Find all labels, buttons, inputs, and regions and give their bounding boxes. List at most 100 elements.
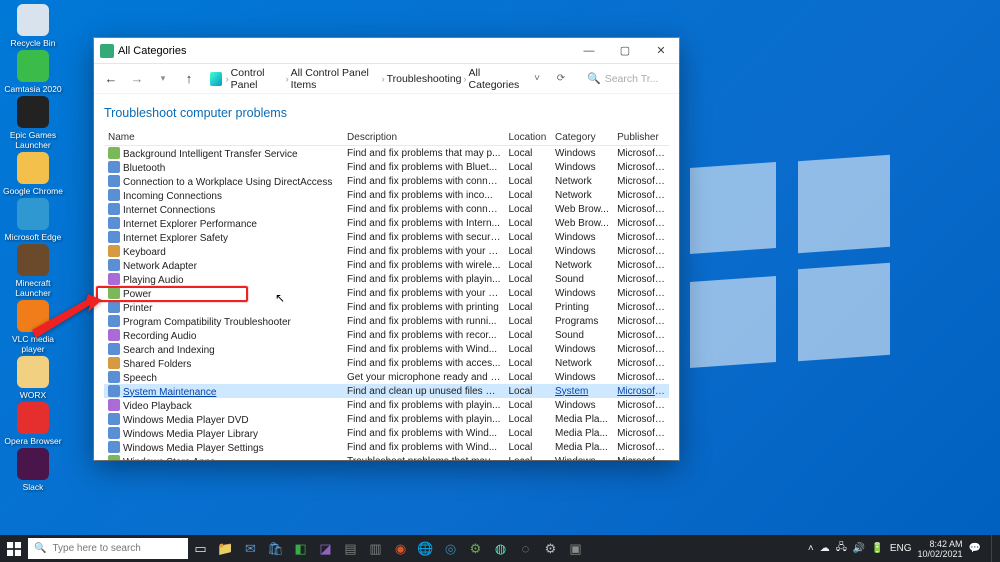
troubleshooter-row[interactable]: Shared FoldersFind and fix problems with…: [104, 356, 669, 370]
desktop-icon-microsoft-edge[interactable]: Microsoft Edge: [2, 198, 64, 242]
action-center-button[interactable]: 💬: [969, 543, 981, 554]
tray-battery-icon[interactable]: 🔋: [871, 543, 883, 554]
breadcrumb-troubleshooting[interactable]: Troubleshooting: [387, 73, 462, 85]
troubleshooter-icon: [108, 287, 120, 299]
desktop-icon-recycle-bin[interactable]: Recycle Bin: [2, 4, 64, 48]
tray-chevron-up-icon[interactable]: ˄: [808, 543, 814, 554]
recent-locations-button[interactable]: ▾: [152, 73, 174, 84]
troubleshooter-icon: [108, 357, 120, 369]
tray-network-icon[interactable]: 🖧: [836, 540, 847, 557]
troubleshooter-row[interactable]: Program Compatibility TroubleshooterFind…: [104, 314, 669, 328]
column-location[interactable]: Location: [504, 130, 551, 146]
pinned-control-panel[interactable]: ⚙: [463, 535, 488, 562]
troubleshooter-icon: [108, 343, 120, 355]
pinned-snagit[interactable]: ◉: [388, 535, 413, 562]
maximize-button[interactable]: ▢: [607, 38, 643, 63]
breadcrumb-control-panel[interactable]: Control Panel: [231, 67, 284, 91]
troubleshooter-row[interactable]: Internet Explorer PerformanceFind and fi…: [104, 216, 669, 230]
back-button[interactable]: ←: [100, 71, 122, 86]
troubleshooter-icon: [108, 441, 120, 453]
troubleshooter-icon: [108, 231, 120, 243]
troubleshooter-row[interactable]: Playing AudioFind and fix problems with …: [104, 272, 669, 286]
pinned-camtasia[interactable]: ◧: [288, 535, 313, 562]
troubleshooter-row[interactable]: Internet Explorer SafetyFind and fix pro…: [104, 230, 669, 244]
desktop-icon-google-chrome[interactable]: Google Chrome: [2, 152, 64, 196]
pinned-edge[interactable]: ◎: [438, 535, 463, 562]
troubleshooter-row[interactable]: Connection to a Workplace Using DirectAc…: [104, 174, 669, 188]
desktop-icon-worx[interactable]: WORX: [2, 356, 64, 400]
address-dropdown-button[interactable]: ˅: [527, 73, 547, 84]
window-icon: [100, 44, 114, 58]
pinned-app-5[interactable]: ▣: [563, 535, 588, 562]
pinned-app-2[interactable]: ▥: [363, 535, 388, 562]
pinned-premiere[interactable]: ◪: [313, 535, 338, 562]
close-button[interactable]: ✕: [643, 38, 679, 63]
breadcrumb-all-categories[interactable]: All Categories: [469, 67, 523, 91]
start-button[interactable]: [0, 535, 28, 562]
pinned-mail[interactable]: ✉: [238, 535, 263, 562]
address-bar[interactable]: › Control Panel › All Control Panel Item…: [204, 67, 523, 91]
troubleshooter-row[interactable]: Incoming ConnectionsFind and fix problem…: [104, 188, 669, 202]
troubleshooter-icon: [108, 427, 120, 439]
troubleshooter-icon: [108, 273, 120, 285]
troubleshooter-row[interactable]: Windows Media Player SettingsFind and fi…: [104, 440, 669, 454]
troubleshooter-icon: [108, 245, 120, 257]
tray-volume-icon[interactable]: 🔊: [853, 543, 865, 554]
pinned-chrome[interactable]: 🌐: [413, 535, 438, 562]
tray-language[interactable]: ENG: [890, 543, 912, 554]
desktop-icon-slack[interactable]: Slack: [2, 448, 64, 492]
desktop-icon-minecraft-launcher[interactable]: Minecraft Launcher: [2, 244, 64, 298]
minimize-button[interactable]: —: [571, 38, 607, 63]
troubleshooter-icon: [108, 455, 120, 461]
taskbar-search-placeholder: Type here to search: [52, 543, 140, 554]
pinned-settings[interactable]: ⚙: [538, 535, 563, 562]
troubleshooter-icon: [108, 161, 120, 173]
column-description[interactable]: Description: [343, 130, 504, 146]
column-publisher[interactable]: Publisher: [613, 130, 669, 146]
task-view-button[interactable]: ▭: [188, 535, 213, 562]
troubleshooter-row[interactable]: PowerFind and fix problems with your c..…: [104, 286, 669, 300]
pinned-app-4[interactable]: ◌: [513, 535, 538, 562]
taskbar-search[interactable]: 🔍 Type here to search: [28, 538, 188, 559]
troubleshooter-row[interactable]: Search and IndexingFind and fix problems…: [104, 342, 669, 356]
tray-onedrive-icon[interactable]: ☁: [820, 543, 830, 554]
troubleshooter-row[interactable]: BluetoothFind and fix problems with Blue…: [104, 160, 669, 174]
desktop-icon-vlc-media-player[interactable]: VLC media player: [2, 300, 64, 354]
pinned-explorer[interactable]: 📁: [213, 535, 238, 562]
desktop-icon-camtasia-2020[interactable]: Camtasia 2020: [2, 50, 64, 94]
troubleshooter-row[interactable]: SpeechGet your microphone ready and f...…: [104, 370, 669, 384]
troubleshooter-row[interactable]: Windows Media Player LibraryFind and fix…: [104, 426, 669, 440]
system-tray[interactable]: ˄ ☁ 🖧 🔊 🔋 ENG 8:42 AM 10/02/2021 💬: [808, 535, 1000, 562]
pinned-app-3[interactable]: ◍: [488, 535, 513, 562]
troubleshooter-row[interactable]: Recording AudioFind and fix problems wit…: [104, 328, 669, 342]
column-name[interactable]: Name: [104, 130, 343, 146]
troubleshooter-row[interactable]: Internet ConnectionsFind and fix problem…: [104, 202, 669, 216]
desktop: Recycle BinCamtasia 2020Epic Games Launc…: [2, 4, 72, 494]
troubleshooter-row[interactable]: Background Intelligent Transfer ServiceF…: [104, 146, 669, 161]
troubleshooter-row[interactable]: Windows Store AppsTroubleshoot problems …: [104, 454, 669, 460]
troubleshooter-row[interactable]: PrinterFind and fix problems with printi…: [104, 300, 669, 314]
troubleshooter-row[interactable]: Windows Media Player DVDFind and fix pro…: [104, 412, 669, 426]
taskbar: 🔍 Type here to search ▭ 📁 ✉ 🛍 ◧ ◪ ▤ ▥ ◉ …: [0, 535, 1000, 562]
troubleshooter-row[interactable]: KeyboardFind and fix problems with your …: [104, 244, 669, 258]
tray-clock[interactable]: 8:42 AM 10/02/2021: [918, 539, 963, 559]
pinned-app-1[interactable]: ▤: [338, 535, 363, 562]
up-button[interactable]: ↑: [178, 71, 200, 86]
pinned-store[interactable]: 🛍: [263, 535, 288, 562]
show-desktop-button[interactable]: [991, 535, 996, 562]
column-category[interactable]: Category: [551, 130, 613, 146]
troubleshooter-row[interactable]: Video PlaybackFind and fix problems with…: [104, 398, 669, 412]
troubleshooter-row[interactable]: Network AdapterFind and fix problems wit…: [104, 258, 669, 272]
refresh-button[interactable]: ⟳: [551, 73, 571, 84]
titlebar[interactable]: All Categories — ▢ ✕: [94, 38, 679, 64]
breadcrumb-all-items[interactable]: All Control Panel Items: [291, 67, 380, 91]
search-box[interactable]: 🔍 Search Tr...: [581, 72, 673, 85]
search-icon: 🔍: [587, 72, 601, 85]
desktop-icon-opera-browser[interactable]: Opera Browser: [2, 402, 64, 446]
troubleshooter-icon: [108, 385, 120, 397]
window-title: All Categories: [118, 45, 571, 57]
desktop-icon-epic-games-launcher[interactable]: Epic Games Launcher: [2, 96, 64, 150]
troubleshooter-icon: [108, 217, 120, 229]
troubleshooter-row[interactable]: System MaintenanceFind and clean up unus…: [104, 384, 669, 398]
forward-button[interactable]: →: [126, 71, 148, 86]
